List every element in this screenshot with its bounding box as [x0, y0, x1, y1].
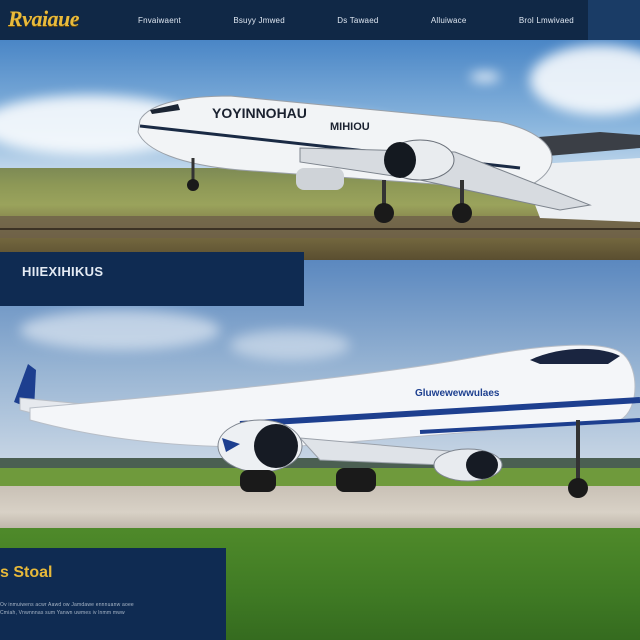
section-banner: HIIEXIHIKUS — [0, 252, 304, 306]
hero-image-takeoff: YOYINNOHAU MIHIOU — [0, 40, 640, 260]
nav-link-5[interactable]: Brol Lmwivaed — [519, 16, 574, 25]
fuselage-title-2: MIHIOU — [330, 121, 370, 133]
airliner-takeoff: YOYINNOHAU MIHIOU — [137, 95, 640, 223]
top-nav: Rvaiaue Fnvaiwaent Bsuyy Jmwed Ds Tawaed… — [0, 0, 640, 40]
nav-link-4[interactable]: Alluiwace — [431, 16, 467, 25]
banner-title: HIIEXIHIKUS — [22, 264, 104, 279]
fuselage-title: Gluwewewwulaes — [415, 388, 500, 399]
nav-accent-block — [588, 0, 640, 40]
card-title: s Stoal — [0, 564, 53, 581]
nav-link-1[interactable]: Fnvaiwaent — [138, 16, 181, 25]
nav-link-2[interactable]: Bsuyy Jmwed — [233, 16, 285, 25]
card-text-line-1: Ov inmuiwens acwr Aawd ow Jamdawe ennnua… — [0, 602, 134, 608]
card-text-line-2: Cmiah, Vnwnnnas sum Yanwn uwmes iv lnmm … — [0, 610, 125, 616]
site-logo[interactable]: Rvaiaue — [8, 6, 80, 32]
promo-card: s Stoal Ov inmuiwens acwr Aawd ow Jamdaw… — [0, 548, 226, 640]
fuselage-title-1: YOYINNOHAU — [212, 105, 307, 121]
nav-link-3[interactable]: Ds Tawaed — [337, 16, 378, 25]
nav-links: Fnvaiwaent Bsuyy Jmwed Ds Tawaed Alluiwa… — [138, 0, 580, 40]
